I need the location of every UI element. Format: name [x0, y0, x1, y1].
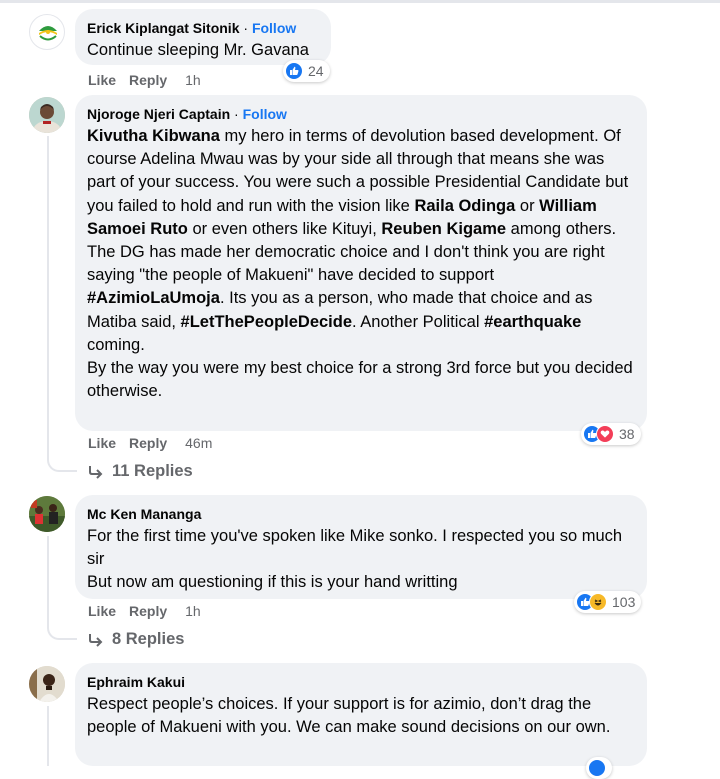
view-replies-link[interactable]: 8 Replies: [88, 630, 184, 649]
comment-bubble: Ephraim Kakui Respect people’s choices. …: [75, 663, 647, 766]
follow-button[interactable]: Follow: [252, 20, 296, 36]
like-icon: [285, 62, 303, 80]
comment-bubble: Njoroge Njeri Captain · Follow Kivutha K…: [75, 95, 647, 431]
reply-button[interactable]: Reply: [129, 435, 167, 451]
reply-arrow-icon: [88, 465, 104, 479]
like-icon: [588, 759, 606, 777]
reply-arrow-icon: [88, 633, 104, 647]
hashtag-link[interactable]: #AzimioLaUmoja: [87, 289, 220, 307]
avatar[interactable]: [29, 666, 65, 702]
avatar[interactable]: [29, 496, 65, 532]
comment-author[interactable]: Ephraim Kakui: [87, 674, 185, 690]
reply-button[interactable]: Reply: [129, 72, 167, 88]
thread-line: [47, 136, 49, 458]
reaction-summary[interactable]: 38: [581, 423, 641, 445]
comment-actions: Like Reply 1h: [88, 603, 201, 619]
separator-dot: ·: [234, 106, 239, 122]
mention-link[interactable]: Raila Odinga: [414, 197, 515, 215]
thread-line: [47, 536, 49, 626]
party-logo-icon: [38, 23, 58, 43]
reaction-count: 24: [308, 63, 324, 79]
reply-button[interactable]: Reply: [129, 603, 167, 619]
comment-text: Respect people’s choices. If your suppor…: [87, 695, 611, 737]
reaction-summary[interactable]: [586, 757, 612, 779]
comment-paragraph: By the way you were my best choice for a…: [87, 359, 633, 401]
follow-button[interactable]: Follow: [243, 106, 287, 122]
like-button[interactable]: Like: [88, 435, 116, 451]
avatar[interactable]: [29, 14, 65, 50]
replies-count[interactable]: 11 Replies: [112, 462, 193, 481]
comment-paragraph: For the first time you've spoken like Mi…: [87, 527, 623, 569]
top-divider: [0, 0, 720, 3]
comment-paragraph: But now am questioning if this is your h…: [87, 573, 458, 592]
love-icon: [596, 425, 614, 443]
reaction-summary[interactable]: 103: [574, 591, 642, 613]
separator-dot: ·: [243, 20, 249, 36]
replies-count[interactable]: 8 Replies: [112, 630, 184, 649]
hashtag-link[interactable]: #earthquake: [484, 313, 581, 331]
reaction-count: 103: [612, 594, 636, 610]
mention-link[interactable]: Kivutha Kibwana: [87, 127, 220, 145]
thread-elbow: [47, 458, 77, 472]
thread-elbow: [47, 626, 77, 640]
person-photo-icon: [29, 97, 65, 133]
comment-text: For the first time you've spoken like Mi…: [87, 525, 635, 595]
comment-author[interactable]: Njoroge Njeri Captain: [87, 106, 230, 122]
comment-bubble: Erick Kiplangat Sitonik · Follow Continu…: [75, 9, 331, 65]
like-button[interactable]: Like: [88, 72, 116, 88]
haha-icon: [589, 593, 607, 611]
hashtag-link[interactable]: #LetThePeopleDecide: [181, 313, 352, 331]
comment-actions: Like Reply 46m: [88, 435, 212, 451]
comment-paragraph: The DG has made her democratic choice an…: [87, 243, 605, 354]
comment-timestamp[interactable]: 46m: [185, 435, 212, 451]
reaction-count: 38: [619, 426, 635, 442]
comment-actions: Like Reply 1h: [88, 72, 201, 88]
comment-timestamp[interactable]: 1h: [185, 72, 201, 88]
avatar[interactable]: [29, 97, 65, 133]
comment-text: Kivutha Kibwana my hero in terms of devo…: [87, 125, 635, 403]
group-photo-icon: [29, 496, 65, 532]
like-button[interactable]: Like: [88, 603, 116, 619]
mention-link[interactable]: Reuben Kigame: [381, 220, 506, 238]
comment-text: Continue sleeping Mr. Gavana: [87, 41, 309, 59]
person-photo-icon: [29, 666, 65, 702]
comment-author[interactable]: Mc Ken Mananga: [87, 506, 201, 522]
reaction-summary[interactable]: 24: [283, 60, 330, 82]
thread-line: [47, 706, 49, 766]
view-replies-link[interactable]: 11 Replies: [88, 462, 193, 481]
comment-paragraph: Kivutha Kibwana my hero in terms of devo…: [87, 127, 629, 238]
comment-author[interactable]: Erick Kiplangat Sitonik: [87, 20, 239, 36]
comment-bubble: Mc Ken Mananga For the first time you've…: [75, 495, 647, 599]
comment-timestamp[interactable]: 1h: [185, 603, 201, 619]
